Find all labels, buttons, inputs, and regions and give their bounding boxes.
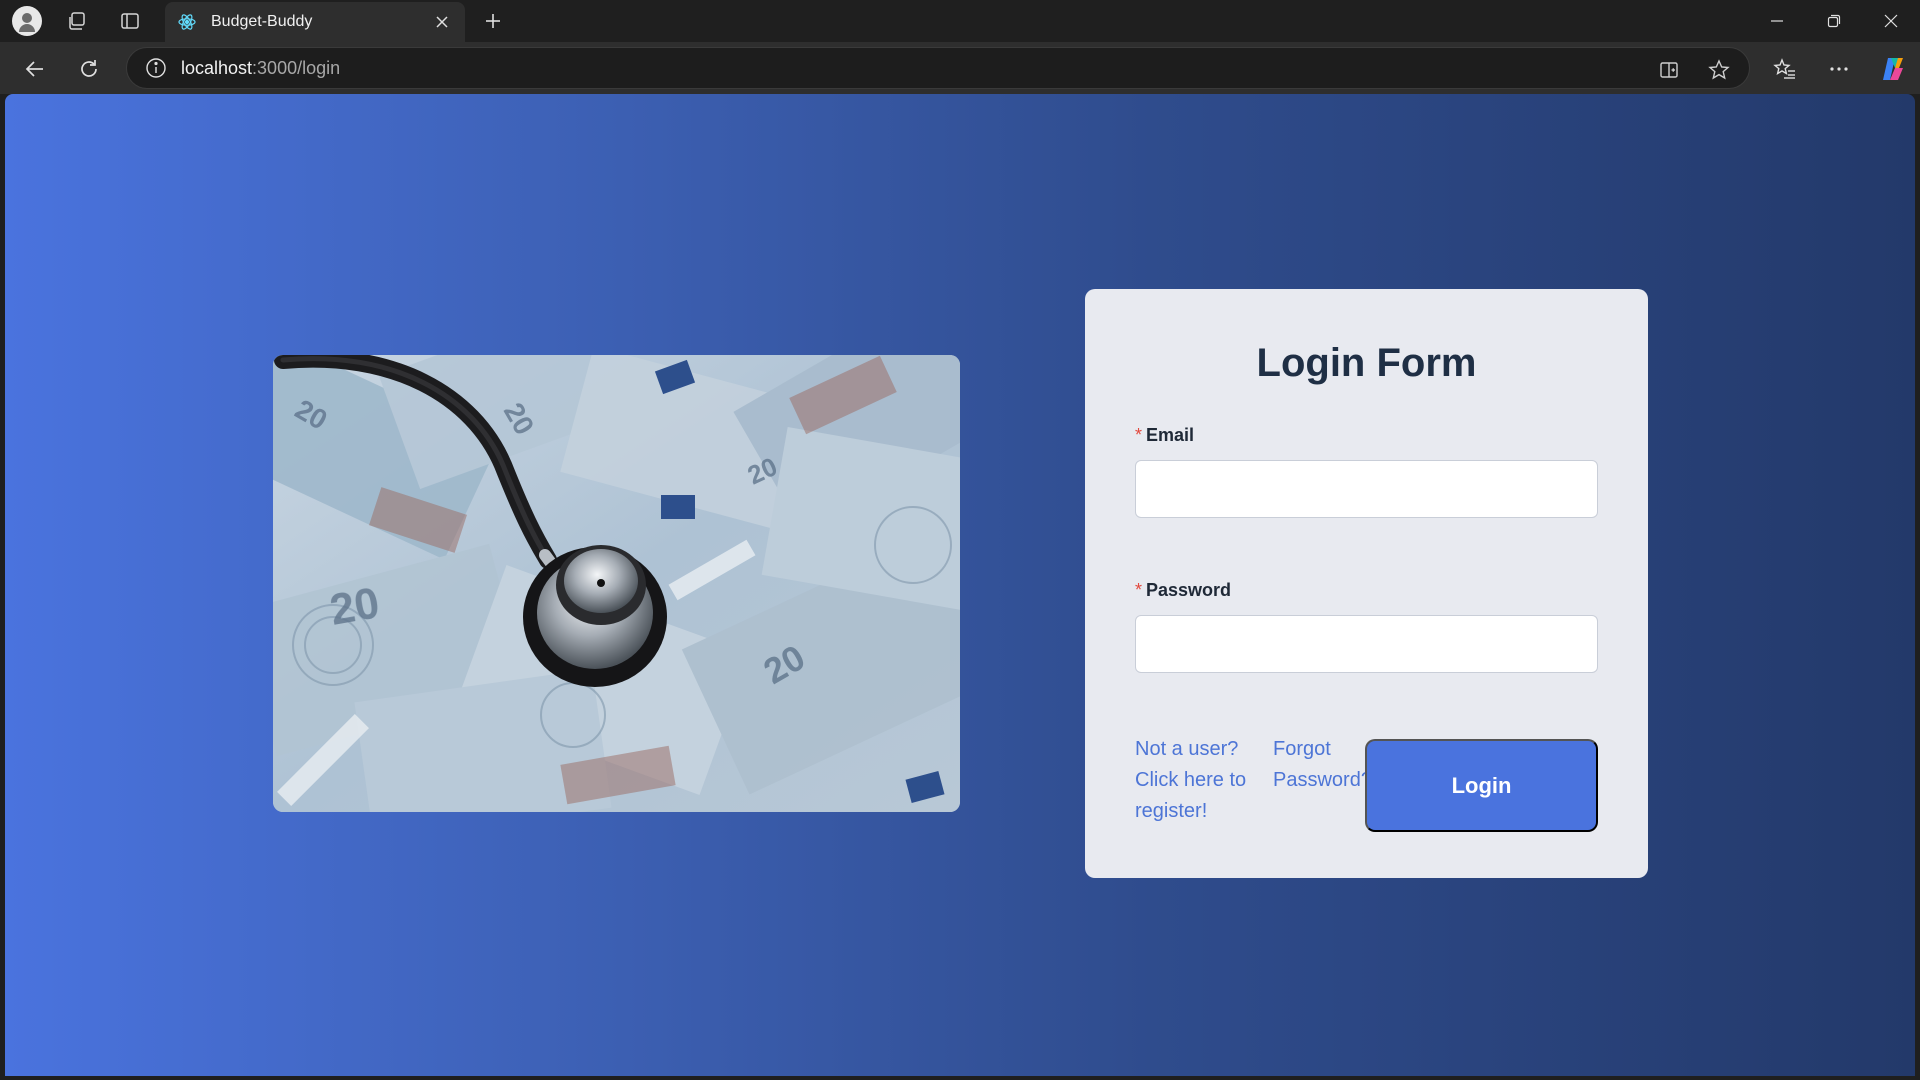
split-screen-icon[interactable] xyxy=(1657,58,1681,82)
close-tab-icon[interactable] xyxy=(431,11,453,33)
back-icon[interactable] xyxy=(18,52,52,86)
restore-icon[interactable] xyxy=(1805,0,1863,42)
browser-titlebar: Budget-Buddy xyxy=(0,0,1920,42)
url-path: :3000/login xyxy=(252,57,341,78)
favorites-icon[interactable] xyxy=(1768,52,1802,86)
register-link[interactable]: Not a user? Click here to register! xyxy=(1135,734,1260,827)
email-label-text: Email xyxy=(1146,425,1195,445)
login-form-card: Login Form * Email * Password Not a user? … xyxy=(1085,289,1648,878)
svg-text:20: 20 xyxy=(326,578,383,635)
required-marker: * xyxy=(1135,580,1143,600)
tab-title: Budget-Buddy xyxy=(211,13,313,30)
new-tab-icon[interactable] xyxy=(478,6,508,36)
close-window-icon[interactable] xyxy=(1862,0,1920,42)
tab-budget-buddy[interactable]: Budget-Buddy xyxy=(165,2,465,42)
copilot-icon[interactable] xyxy=(1876,52,1910,86)
workspaces-icon[interactable] xyxy=(62,6,92,36)
form-title: Login Form xyxy=(1256,341,1477,385)
email-input[interactable] xyxy=(1135,460,1598,518)
window-bottom-edge xyxy=(0,1076,1920,1080)
minimize-icon[interactable] xyxy=(1748,0,1806,42)
more-menu-icon[interactable] xyxy=(1822,52,1856,86)
site-info-icon[interactable] xyxy=(145,57,167,79)
required-marker: * xyxy=(1135,425,1143,445)
password-input[interactable] xyxy=(1135,615,1598,673)
stethoscope-money-illustration: 20 20 20 20 20 xyxy=(273,355,960,812)
favorite-star-icon[interactable] xyxy=(1707,58,1731,82)
vertical-tabs-icon[interactable] xyxy=(115,6,145,36)
react-favicon xyxy=(177,12,197,32)
url-host: localhost xyxy=(181,57,253,78)
email-label: * Email xyxy=(1135,425,1194,446)
forgot-password-link[interactable]: Forgot Password? xyxy=(1273,734,1372,796)
page-viewport: 20 20 20 20 20 Login Form * Email * Pass… xyxy=(5,94,1915,1076)
password-label-text: Password xyxy=(1146,580,1232,600)
address-bar[interactable]: localhost:3000/login xyxy=(126,47,1750,89)
browser-toolbar: localhost:3000/login xyxy=(0,42,1920,94)
profile-icon[interactable] xyxy=(12,6,42,36)
login-button[interactable]: Login xyxy=(1365,739,1598,832)
reload-icon[interactable] xyxy=(72,52,106,86)
hero-image: 20 20 20 20 20 xyxy=(273,355,960,812)
password-label: * Password xyxy=(1135,580,1231,601)
